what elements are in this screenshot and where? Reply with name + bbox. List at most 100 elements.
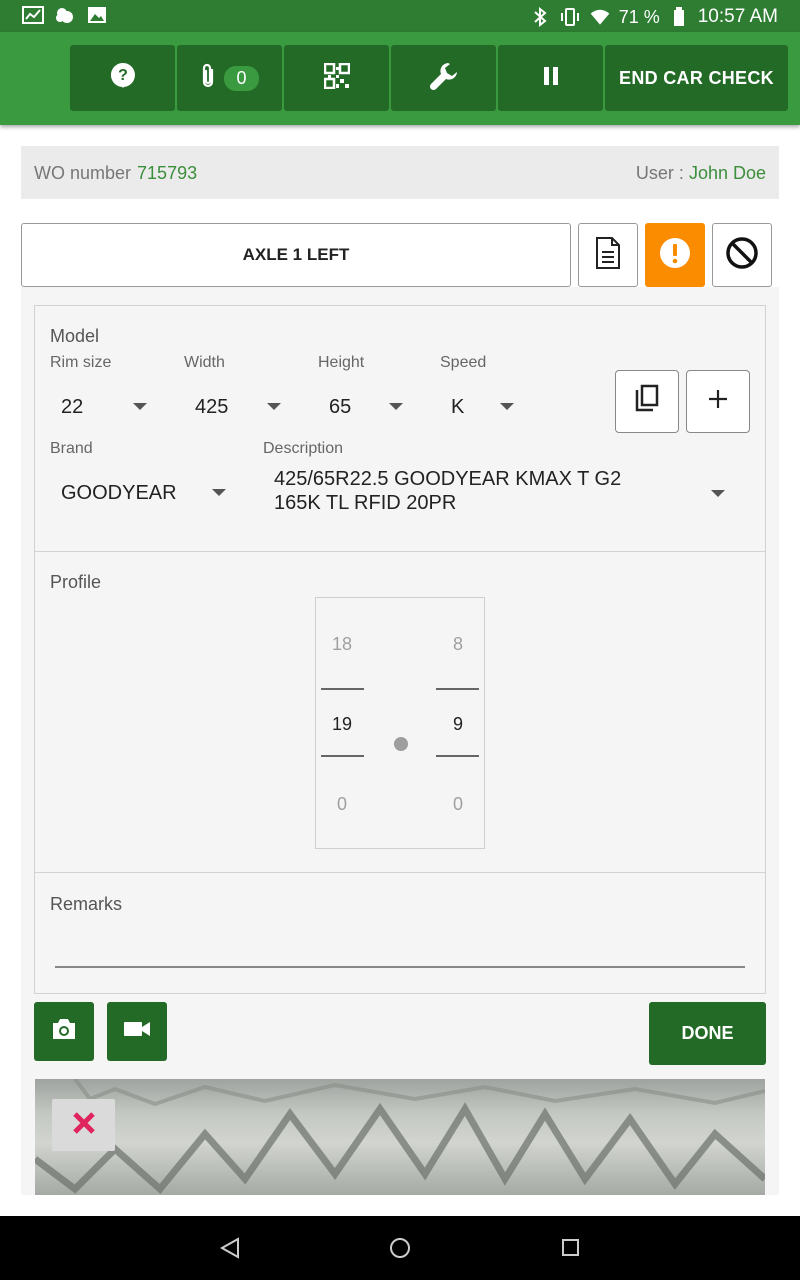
description-select[interactable]: 425/65R22.5 GOODYEAR KMAX T G2 165K TL R… [263,468,733,522]
rim-size-select[interactable]: 22 [50,388,160,422]
axle-position-button[interactable]: AXLE 1 LEFT [21,223,571,287]
work-order-bar: WO number 715793 User : John Doe [21,146,779,199]
tools-button[interactable] [391,45,496,111]
profile-title: Profile [50,572,102,592]
record-video-button[interactable] [107,1002,167,1061]
take-photo-button[interactable] [34,1002,94,1061]
delete-photo-button[interactable] [52,1099,115,1151]
remarks-section: Remarks [34,872,766,994]
tread-depth-picker[interactable]: 18 19 0 8 9 0 [315,597,485,849]
remarks-title: Remarks [50,894,123,914]
bluetooth-icon [529,7,551,27]
vibrate-icon [559,7,581,27]
rim-size-label: Rim size [50,354,112,371]
rim-size-dropdown-icon [133,403,147,410]
back-icon[interactable] [219,1236,241,1265]
width-select[interactable]: 425 [184,388,294,422]
user-value: John Doe [688,163,766,183]
not-applicable-button[interactable] [712,223,772,287]
remarks-input[interactable] [55,923,745,967]
model-section: Model Rim size 22 Width 425 Height 65 Sp… [34,305,766,553]
add-button[interactable] [686,370,750,433]
remarks-underline [55,966,745,968]
chart-notification-icon [22,5,44,25]
help-button[interactable]: ? [70,45,175,111]
left-wheel-selected[interactable]: 19 [320,714,364,735]
plus-icon [707,388,729,415]
done-label: DONE [681,1023,734,1043]
wo-number-label: WO number [34,163,132,183]
right-wheel-next[interactable]: 0 [436,794,480,815]
left-wheel-divider-top [321,688,364,690]
description-line-2: 165K TL RFID 20PR [274,492,457,514]
copy-icon [633,384,661,419]
left-wheel-divider-bottom [321,755,364,757]
height-dropdown-icon [389,403,403,410]
camera-icon [50,1017,78,1046]
home-icon[interactable] [389,1236,411,1265]
height-label: Height [318,354,365,371]
recents-icon[interactable] [560,1236,582,1265]
tire-photo-thumbnail[interactable] [35,1079,765,1195]
paperclip-icon [200,62,216,95]
brand-label: Brand [50,440,93,457]
wifi-icon [589,7,611,27]
navigation-bar [0,1216,800,1280]
status-bar: 71 % 10:57 AM [0,0,800,32]
speed-value: K [451,396,465,418]
right-wheel-selected[interactable]: 9 [436,714,480,735]
close-icon [70,1109,98,1142]
wo-number-value: 715793 [137,163,198,183]
help-icon: ? [110,62,136,95]
clock: 10:57 AM [697,6,778,27]
width-value: 425 [195,396,229,418]
height-select[interactable]: 65 [318,388,428,422]
end-car-check-label: END CAR CHECK [619,67,774,88]
done-button[interactable]: DONE [649,1002,766,1065]
left-wheel-next[interactable]: 0 [320,794,364,815]
wrench-icon [429,61,459,96]
right-wheel-divider-bottom [436,755,479,757]
description-dropdown-icon [711,490,725,497]
width-dropdown-icon [267,403,281,410]
brand-select[interactable]: GOODYEAR [50,474,230,514]
attachments-count-badge: 0 [224,65,259,91]
right-wheel-divider-top [436,688,479,690]
description-line-1: 425/65R22.5 GOODYEAR KMAX T G2 [274,468,622,490]
rim-size-value: 22 [61,396,84,418]
left-wheel-previous[interactable]: 18 [320,634,364,655]
end-car-check-button[interactable]: END CAR CHECK [605,45,788,111]
top-toolbar: ? 0 END CAR CHECK [0,32,800,125]
copy-button[interactable] [615,370,679,433]
decimal-separator-dot [394,737,408,751]
video-camera-icon [123,1019,151,1044]
battery-text: 71 % [618,6,660,27]
right-wheel-previous[interactable]: 8 [436,634,480,655]
speed-select[interactable]: K [440,388,550,422]
width-label: Width [184,354,225,371]
profile-section: Profile 18 19 0 8 9 0 [34,551,766,873]
document-icon [594,236,622,275]
height-value: 65 [329,396,352,418]
svg-text:?: ? [118,67,128,84]
brand-value: GOODYEAR [61,482,177,504]
document-button[interactable] [578,223,638,287]
pause-button[interactable] [498,45,603,111]
speed-dropdown-icon [500,403,514,410]
description-label: Description [263,440,344,457]
speed-label: Speed [440,354,487,371]
model-title: Model [50,326,100,346]
attachments-button[interactable]: 0 [177,45,282,111]
pause-icon [542,66,560,91]
tire-tread-image [35,1079,765,1195]
qr-scan-button[interactable] [284,45,389,111]
warning-button[interactable] [645,223,705,287]
image-notification-icon [86,5,108,25]
battery-icon [668,7,690,27]
brand-dropdown-icon [212,489,226,496]
tire-detail-panel: Model Rim size 22 Width 425 Height 65 Sp… [21,287,779,1195]
axle-position-label: AXLE 1 LEFT [242,245,350,264]
block-icon [725,236,759,275]
weather-icon [54,5,76,25]
exclamation-icon [659,237,691,274]
